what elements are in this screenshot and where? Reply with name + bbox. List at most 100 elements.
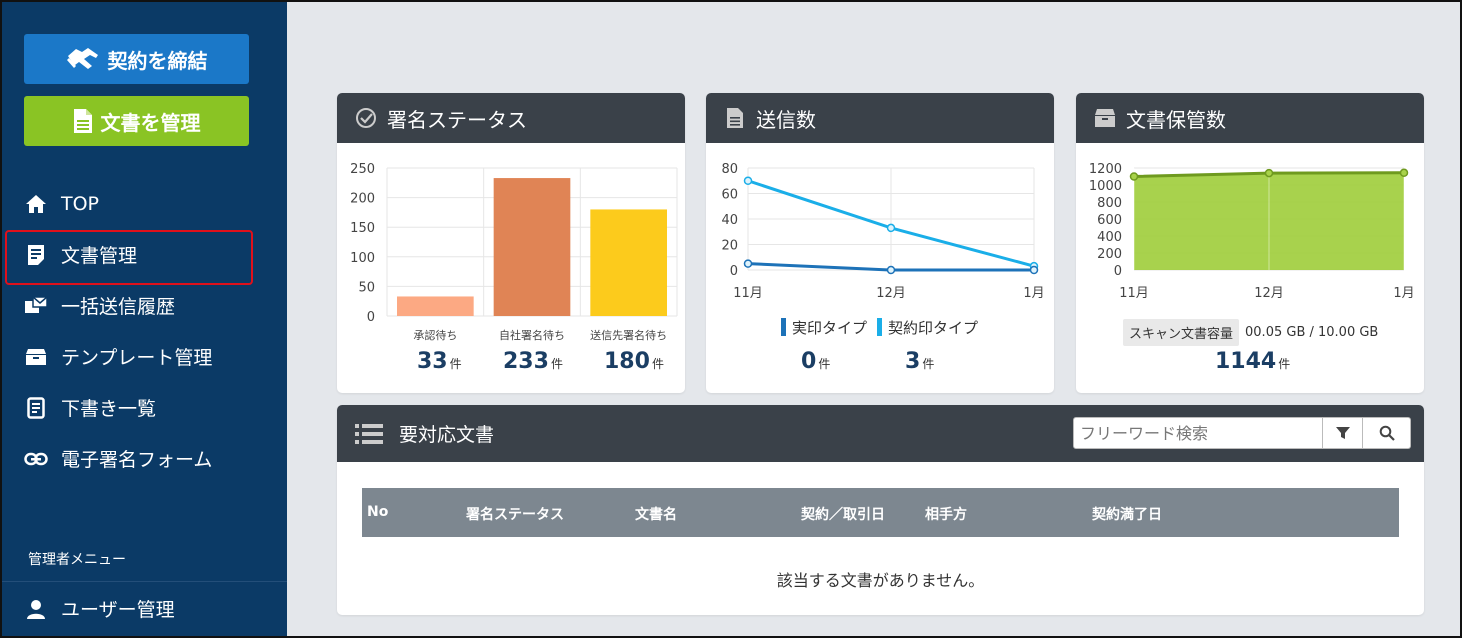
card-title: 要対応文書 (399, 424, 495, 446)
data-point (886, 223, 896, 233)
stat-value: 1144 (1215, 349, 1277, 374)
y-tick-label: 400 (1097, 230, 1122, 245)
bar (493, 178, 571, 316)
y-tick-label: 100 (350, 251, 375, 266)
sent-count-chart: 0 20 40 60 80 11月 12月 1月 (721, 162, 1044, 301)
list-icon (355, 423, 383, 445)
y-tick-label: 1200 (1089, 162, 1122, 177)
bar (590, 209, 667, 316)
column-header-contract-date[interactable]: 契約／取引日 (801, 504, 885, 524)
stat-jitsuin: 0件 (801, 349, 830, 374)
sidebar-item-label: ユーザー管理 (61, 599, 175, 621)
sidebar-item-templates[interactable]: テンプレート管理 (0, 331, 287, 382)
contract-button-label: 契約を締結 (107, 48, 208, 73)
signature-status-chart: 0 50 100 150 200 250 承認待ち 自社署名待ち 送信先署名待ち (350, 162, 678, 342)
data-point (743, 176, 753, 185)
y-tick-label: 600 (1097, 213, 1122, 228)
x-tick-label: 1月 (1023, 286, 1044, 301)
x-tick-label: 送信先署名待ち (590, 328, 667, 342)
filter-icon (1335, 427, 1350, 439)
y-tick-label: 800 (1097, 196, 1122, 211)
action-required-card: 要対応文書 No 署名ステータス 文書名 契約／取引日 相手方 契約満了日 該当… (337, 405, 1424, 615)
sidebar-item-label: TOP (61, 192, 100, 215)
search-icon (1379, 425, 1395, 441)
sidebar-item-bulk-history[interactable]: 一括送信履歴 (0, 280, 287, 331)
column-header-no[interactable]: No (367, 504, 388, 520)
template-icon (24, 345, 48, 369)
column-header-doc-name[interactable]: 文書名 (635, 504, 677, 524)
storage-chart: 0 200 400 600 800 1000 1200 11月 12月 1月 (1089, 162, 1415, 301)
search-bar (1073, 417, 1411, 449)
sidebar-item-drafts[interactable]: 下書き一覧 (0, 382, 287, 433)
stat-value: 3 (905, 349, 921, 374)
file-text-icon (724, 107, 746, 129)
y-tick-label: 150 (350, 221, 375, 236)
x-tick-label: 12月 (876, 286, 906, 301)
manage-docs-button[interactable]: 文書を管理 (24, 96, 249, 146)
sidebar-item-esign-form[interactable]: 電子署名フォーム (0, 433, 287, 484)
column-header-counterparty[interactable]: 相手方 (925, 504, 967, 524)
y-tick-label: 0 (1114, 264, 1122, 279)
y-tick-label: 200 (350, 192, 375, 207)
x-tick-label: 12月 (1254, 286, 1284, 301)
storage-capacity-value: 00.05 GB / 10.00 GB (1245, 325, 1379, 340)
sidebar-item-label: 一括送信履歴 (61, 296, 176, 318)
stat-value: 0 (801, 349, 817, 374)
legend-swatch (877, 318, 883, 336)
contract-button[interactable]: 契約を締結 (24, 34, 249, 84)
signature-status-card: 署名ステータス 0 50 100 150 200 250 承認待ち 自社署名待ち 送信先署名待ち… (337, 93, 685, 393)
x-tick-label: 1月 (1393, 286, 1414, 301)
card-title: 文書保管数 (1126, 107, 1226, 132)
handshake-icon (66, 48, 98, 69)
check-circle-icon (355, 107, 377, 129)
legend-label: 実印タイプ (792, 319, 868, 337)
data-point (743, 259, 753, 268)
data-point (886, 265, 896, 275)
user-icon (24, 597, 48, 621)
sidebar-item-label: テンプレート管理 (61, 347, 213, 369)
draft-icon (24, 396, 48, 420)
stat-pending-approval: 33 件 (417, 349, 462, 374)
data-point (1264, 168, 1274, 178)
column-header-expiry-date[interactable]: 契約満了日 (1092, 504, 1162, 524)
bulk-send-icon (24, 294, 48, 318)
sidebar-item-user-management[interactable]: ユーザー管理 (0, 583, 287, 634)
data-point (1029, 265, 1039, 275)
search-button[interactable] (1363, 417, 1411, 449)
filter-button[interactable] (1323, 417, 1363, 449)
legend-item: 実印タイプ (781, 317, 867, 338)
legend-item: 契約印タイプ (877, 317, 978, 338)
stat-value: 233 (503, 349, 549, 374)
sidebar-item-top[interactable]: TOP (0, 178, 287, 229)
stat-unit: 件 (449, 357, 462, 371)
stat-value: 180 (604, 349, 650, 374)
card-title: 署名ステータス (387, 107, 527, 132)
y-tick-label: 200 (1097, 247, 1122, 262)
stat-value: 33 (417, 349, 448, 374)
document-icon (24, 243, 48, 267)
search-input[interactable] (1073, 417, 1323, 449)
stat-own-signature: 233 件 (503, 349, 563, 374)
x-tick-label: 11月 (1119, 286, 1149, 301)
sent-count-card: 送信数 0 20 40 60 80 11月 12月 1月 実印タイプ 契約印タイプ 0件 3件 (706, 93, 1054, 393)
stat-unit: 件 (922, 357, 935, 371)
sidebar-item-label: 文書管理 (61, 245, 138, 267)
sidebar-item-documents[interactable]: 文書管理 (0, 229, 287, 285)
sidebar: 契約を締結 文書を管理 TOP 文書管理 一括送信履歴 テンプレート管理 下書き… (0, 0, 287, 638)
y-tick-label: 250 (350, 162, 375, 177)
legend-label: 契約印タイプ (888, 319, 979, 337)
bar (397, 296, 474, 316)
stat-unit: 件 (818, 357, 831, 371)
column-header-status[interactable]: 署名ステータス (466, 504, 564, 524)
storage-capacity-label: スキャン文書容量 (1123, 319, 1240, 346)
stat-unit: 件 (550, 357, 563, 371)
sidebar-item-label: 電子署名フォーム (61, 449, 213, 471)
chart-legend: 実印タイプ 契約印タイプ (781, 317, 978, 338)
archive-icon (1094, 107, 1116, 129)
y-tick-label: 50 (358, 280, 375, 295)
home-icon (24, 192, 48, 216)
storage-count-card: 文書保管数 0 200 400 600 800 1000 1200 11月 12月 1月 スキャン… (1076, 93, 1424, 393)
stat-recipient-signature: 180 件 (604, 349, 664, 374)
card-title: 送信数 (756, 107, 816, 132)
data-point (1399, 168, 1409, 178)
